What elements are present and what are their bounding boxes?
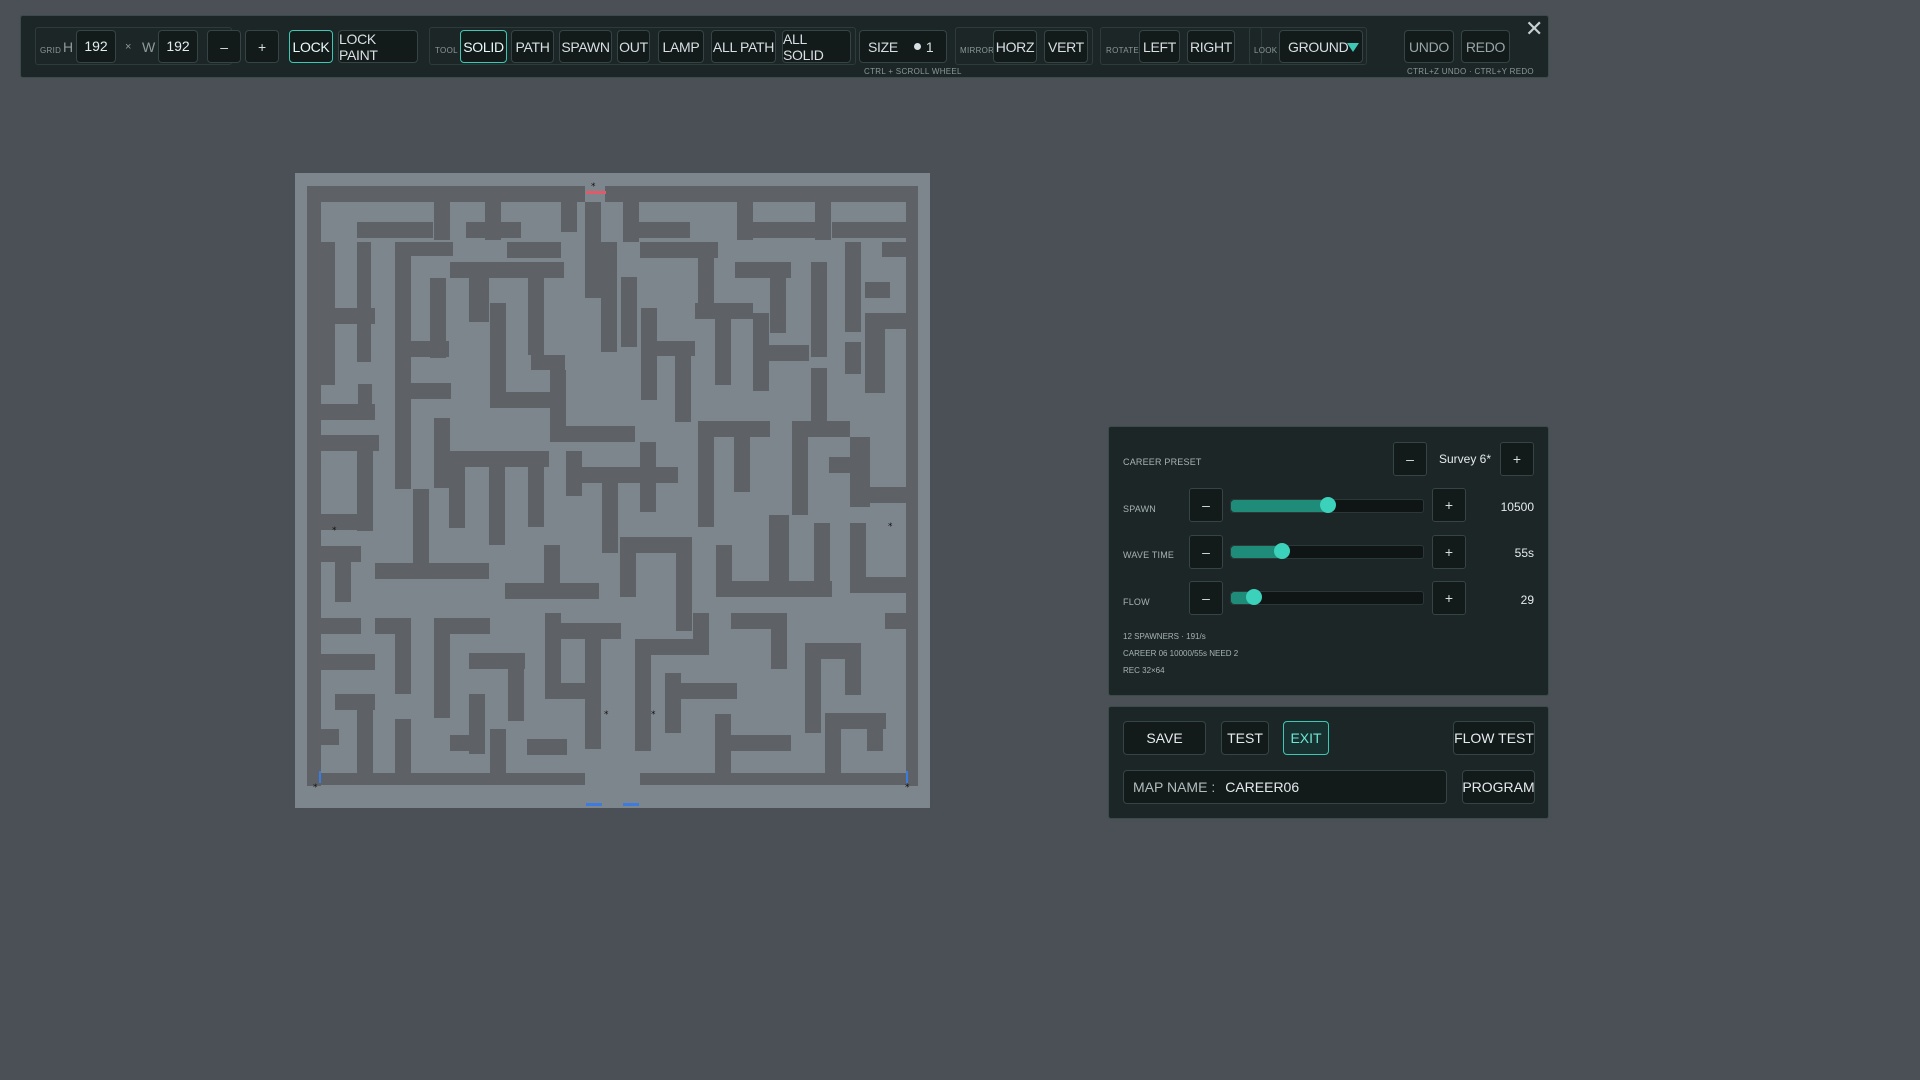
tool-path-button[interactable]: PATH (511, 30, 554, 63)
brush-size-hint: CTRL + SCROLL WHEEL (864, 67, 962, 76)
map-name-label: MAP NAME : (1133, 779, 1216, 795)
exit-marker-right (906, 771, 908, 783)
career-preset-label: CAREER PRESET (1123, 457, 1202, 467)
brush-size-control[interactable]: SIZE 1 (859, 30, 947, 63)
mirror-label: MIRROR (960, 46, 995, 55)
exit-marker-bottom-left (586, 803, 602, 806)
flow-decrease-button[interactable]: – (1189, 581, 1223, 615)
look-label: LOOK (1254, 46, 1278, 55)
spawn-slider-fill (1231, 500, 1327, 512)
career-panel: CAREER PRESET – Survey 6* + SPAWN – + 10… (1108, 426, 1549, 696)
redo-button[interactable]: REDO (1461, 30, 1510, 63)
preset-next-button[interactable]: + (1500, 442, 1534, 476)
wave-time-slider-thumb[interactable] (1274, 543, 1290, 559)
flow-value: 29 (1520, 593, 1534, 607)
flow-slider[interactable] (1230, 589, 1424, 605)
tool-solid-button[interactable]: SOLID (460, 30, 507, 63)
preset-prev-button[interactable]: – (1393, 442, 1427, 476)
svg-text:*: * (888, 522, 893, 532)
svg-text:*: * (604, 710, 609, 720)
spawn-increase-button[interactable]: + (1432, 488, 1466, 522)
svg-text:*: * (332, 526, 337, 536)
flow-increase-button[interactable]: + (1432, 581, 1466, 615)
tool-label: TOOL (435, 46, 458, 55)
wave-time-label: WAVE TIME (1123, 550, 1175, 560)
actions-panel: SAVE TEST EXIT FLOW TEST MAP NAME : CARE… (1108, 706, 1549, 819)
spawn-label: SPAWN (1123, 504, 1157, 514)
brush-size-value: 1 (925, 38, 934, 55)
tool-all-path-button[interactable]: ALL PATH (711, 30, 776, 63)
rotate-left-button[interactable]: LEFT (1139, 30, 1180, 63)
spawner-summary: 12 SPAWNERS · 191/s (1123, 632, 1206, 641)
brush-size-label: SIZE (868, 38, 898, 55)
flow-test-button[interactable]: FLOW TEST (1453, 721, 1535, 755)
tool-all-solid-button[interactable]: ALL SOLID (782, 30, 851, 63)
spawn-slider[interactable] (1230, 497, 1424, 513)
close-icon[interactable]: ✕ (1525, 18, 1543, 40)
spawn-marker-top (586, 191, 606, 194)
exit-marker-bottom-right (623, 803, 639, 806)
lock-button[interactable]: LOCK (289, 30, 333, 63)
tool-lamp-button[interactable]: LAMP (658, 30, 704, 63)
wave-time-increase-button[interactable]: + (1432, 535, 1466, 569)
program-button[interactable]: PROGRAM (1462, 770, 1535, 804)
brush-dot-icon (913, 43, 921, 50)
maze-grid[interactable]: * * * * * * * (295, 173, 930, 808)
svg-text:*: * (905, 783, 910, 793)
spawn-decrease-button[interactable]: – (1189, 488, 1223, 522)
flow-label: FLOW (1123, 597, 1150, 607)
career-preset-value: Survey 6* (1439, 452, 1492, 466)
rec-summary: REC 32×64 (1123, 666, 1165, 675)
svg-text:*: * (651, 710, 656, 720)
svg-text:*: * (591, 182, 596, 192)
flow-slider-thumb[interactable] (1246, 589, 1262, 605)
exit-marker-left (319, 771, 321, 783)
mirror-vert-button[interactable]: VERT (1044, 30, 1088, 63)
lock-paint-button[interactable]: LOCK PAINT (338, 30, 418, 63)
grid-grow-button[interactable]: + (245, 30, 279, 63)
save-button[interactable]: SAVE (1123, 721, 1206, 755)
tool-out-button[interactable]: OUT (617, 30, 650, 63)
editor-toolbar: GRID H 192 × W 192 – + LOCK LOCK PAINT T… (20, 15, 1549, 78)
grid-w-label: W (142, 39, 156, 55)
exit-button[interactable]: EXIT (1283, 721, 1329, 755)
svg-text:*: * (313, 783, 318, 793)
maze-canvas[interactable]: * * * * * * * (295, 173, 930, 808)
tool-spawn-button[interactable]: SPAWN (559, 30, 612, 63)
test-button[interactable]: TEST (1221, 721, 1269, 755)
wave-time-decrease-button[interactable]: – (1189, 535, 1223, 569)
look-select-value: GROUND (1288, 38, 1349, 55)
undo-redo-hint: CTRL+Z UNDO · CTRL+Y REDO (1407, 67, 1534, 76)
spawn-slider-thumb[interactable] (1320, 497, 1336, 513)
rotate-right-button[interactable]: RIGHT (1187, 30, 1235, 63)
mirror-horz-button[interactable]: HORZ (993, 30, 1037, 63)
grid-height-input[interactable]: 192 (76, 30, 116, 63)
map-name-field[interactable]: MAP NAME : CAREER06 (1123, 770, 1447, 804)
wave-time-slider[interactable] (1230, 543, 1424, 559)
spawn-value: 10500 (1500, 500, 1534, 514)
undo-button[interactable]: UNDO (1404, 30, 1454, 63)
grid-width-input[interactable]: 192 (158, 30, 198, 63)
grid-h-label: H (63, 39, 74, 55)
rotate-label: ROTATE (1106, 46, 1140, 55)
map-name-value: CAREER06 (1225, 779, 1300, 795)
career-summary: CAREER 06 10000/55s NEED 2 (1123, 649, 1239, 658)
grid-shrink-button[interactable]: – (207, 30, 241, 63)
wave-time-value: 55s (1514, 546, 1534, 560)
grid-times-symbol: × (125, 41, 132, 53)
grid-label: GRID (40, 46, 62, 55)
chevron-down-icon (1347, 43, 1359, 52)
